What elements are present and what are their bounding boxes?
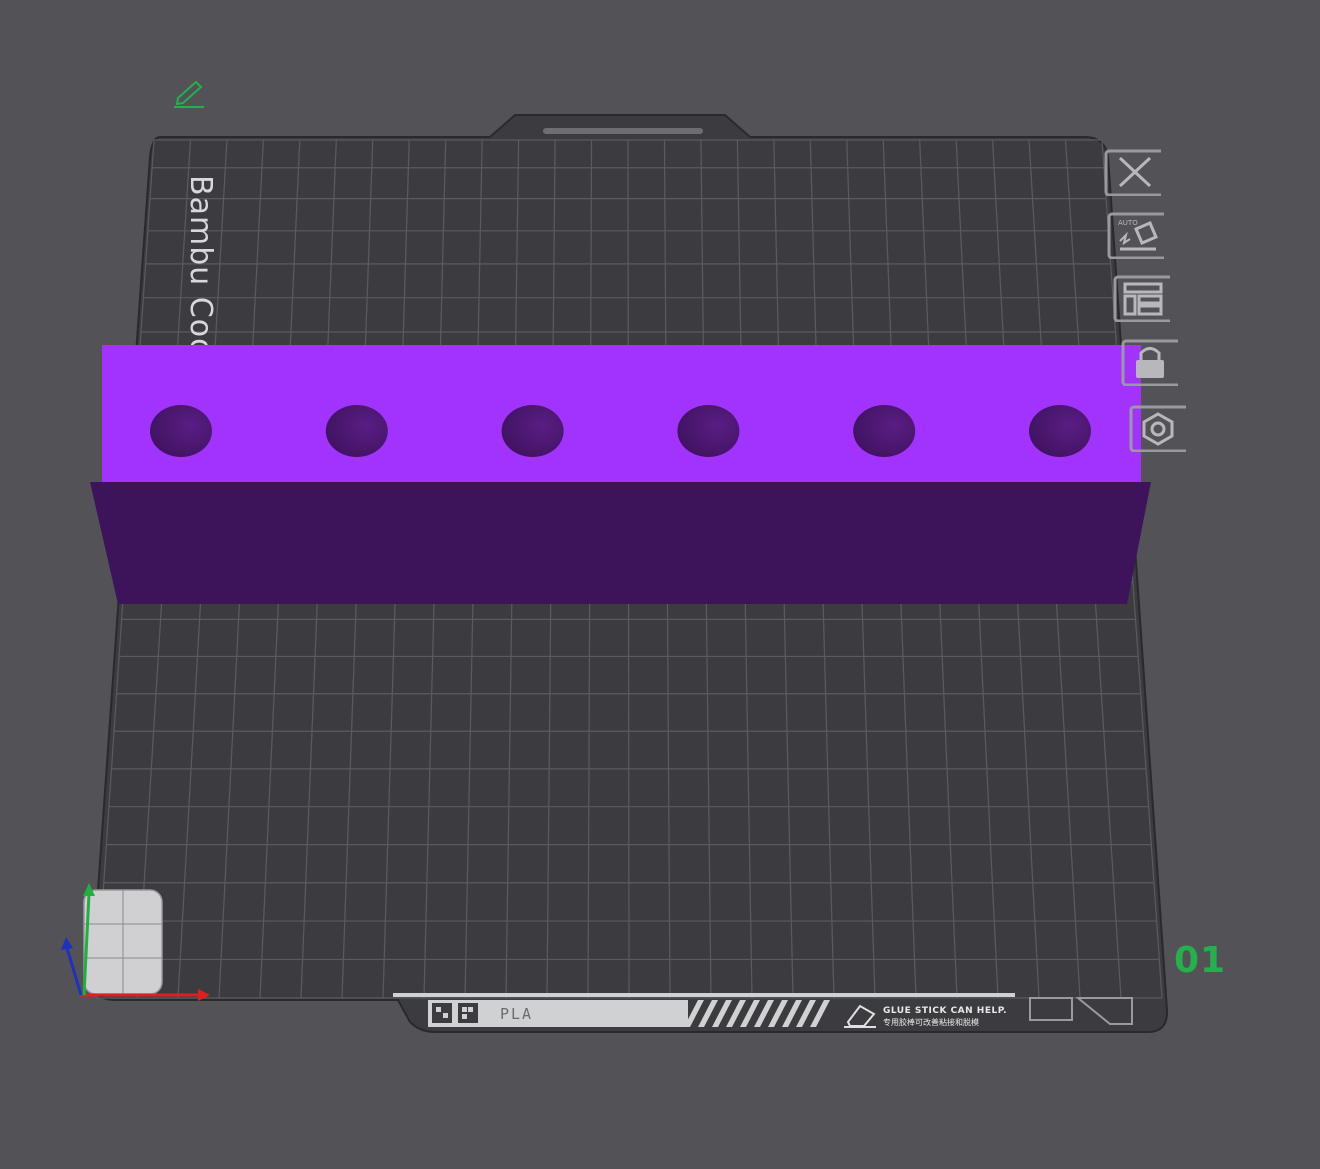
svg-text:AUTO: AUTO [1118, 219, 1138, 227]
close-icon [1104, 149, 1161, 196]
plate-handle-slot [543, 128, 703, 134]
model-hole [501, 405, 564, 457]
model-hole [853, 405, 916, 457]
3d-viewport[interactable]: Bambu Cool P PLA GLUE STICK CAN HELP. 专用… [0, 0, 1320, 1169]
auto-orient-icon: AUTO [1107, 212, 1164, 259]
plate-number: 01 [1174, 940, 1227, 981]
model-block[interactable] [90, 345, 1151, 604]
close-plate-button[interactable] [1103, 148, 1161, 196]
model-hole [150, 405, 212, 457]
filament-type-label: PLA [500, 1005, 534, 1023]
glue-stick-notice-cn: 专用胶棒可改善粘接和脱模 [883, 1018, 979, 1027]
plate-settings-button[interactable] [1128, 404, 1186, 452]
edit-plate-name-button[interactable] [170, 78, 210, 110]
lock-icon [1121, 339, 1178, 386]
pencil-icon [174, 80, 204, 108]
z-axis [65, 947, 83, 996]
gear-icon [1129, 405, 1186, 452]
z-axis-arrow [61, 937, 73, 950]
y-axis-arrow [83, 883, 95, 896]
model-hole [677, 405, 740, 457]
plate-brand-text: Bambu Cool P [183, 175, 218, 345]
arrange-icon [1113, 275, 1170, 322]
auto-orient-button[interactable]: AUTO [1106, 211, 1164, 259]
arrange-button[interactable] [1112, 274, 1170, 322]
model-hole [325, 405, 388, 457]
model-hole [1029, 405, 1091, 457]
glue-stick-notice: GLUE STICK CAN HELP. [883, 1006, 1008, 1016]
lock-plate-button[interactable] [1120, 338, 1178, 386]
model-front-face[interactable] [90, 482, 1151, 604]
model-top-face[interactable] [102, 345, 1141, 482]
